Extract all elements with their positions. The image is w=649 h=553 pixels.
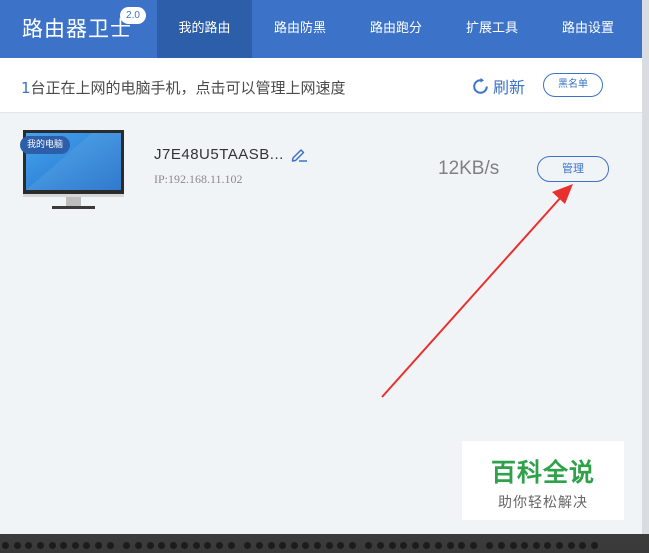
window-edge bbox=[642, 0, 649, 545]
router-guard-window: 路由器卫士 2.0 我的路由 路由防黑 路由跑分 扩展工具 路由设置 1台正在上… bbox=[0, 0, 649, 549]
bottom-edge bbox=[0, 534, 649, 549]
watermark: 百科全说 助你轻松解决 bbox=[462, 441, 624, 520]
watermark-subtitle: 助你轻松解决 bbox=[498, 495, 588, 511]
watermark-title: 百科全说 bbox=[490, 458, 595, 487]
